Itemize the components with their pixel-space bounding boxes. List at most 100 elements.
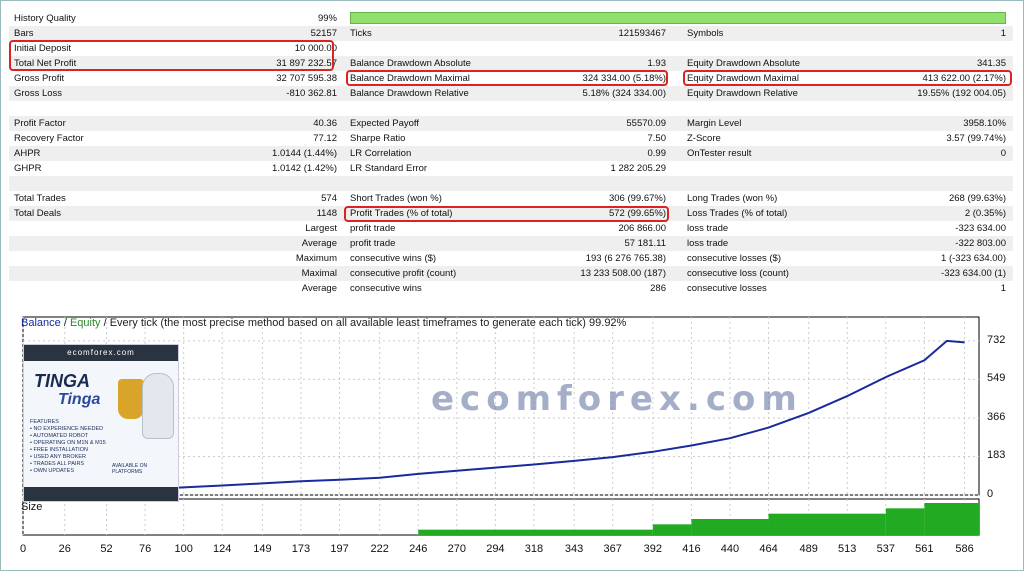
volume-bar	[885, 508, 925, 535]
x-tick-label: 561	[915, 543, 934, 555]
y-tick-label: 732	[987, 333, 1006, 346]
report-row	[9, 101, 1013, 116]
row-label: Short Trades (won %)	[350, 193, 442, 204]
row-label: Gross Loss	[14, 88, 63, 99]
row-label: Loss Trades (% of total)	[687, 208, 788, 219]
report-row: Average consecutive wins 286 consecutive lo…	[9, 281, 1013, 296]
row-label: Margin Level	[687, 118, 742, 129]
report-row: Profit Factor 40.36 Expected Payoff 55570.0…	[9, 116, 1013, 131]
x-tick-label: 537	[876, 543, 895, 555]
x-tick-label: 416	[682, 543, 701, 555]
size-label: Size	[21, 501, 43, 513]
row-value: 52157	[310, 28, 337, 39]
x-tick-label: 124	[213, 543, 232, 555]
report-row: Maximum consecutive wins ($) 193 (6 276 76…	[9, 251, 1013, 266]
x-tick-label: 149	[253, 543, 272, 555]
row-label: Total Deals	[14, 208, 61, 219]
row-value: 57 181.11	[624, 238, 666, 249]
promo-available: AVAILABLE ON PLATFORMS	[112, 463, 148, 475]
row-label: Profit Factor	[14, 118, 66, 129]
x-tick-label: 26	[58, 543, 71, 555]
promo-footer	[24, 487, 178, 501]
x-tick-label: 367	[603, 543, 622, 555]
promo-feature-item: • TRADES ALL PAIRS	[30, 461, 85, 467]
y-tick-label: 183	[987, 449, 1006, 462]
row-label: Z-Score	[687, 133, 721, 144]
row-value: 206 866.00	[618, 223, 666, 234]
row-sublabel: Average	[301, 238, 337, 249]
row-label: LR Correlation	[350, 148, 412, 159]
promo-feature-item: • NO EXPERIENCE NEEDED	[30, 426, 104, 432]
x-tick-label: 440	[720, 543, 740, 555]
history-quality-bar	[350, 12, 1006, 24]
robot-icon	[142, 373, 174, 439]
chart-title: Balance / Equity / Every tick (the most …	[21, 317, 626, 329]
row-label: consecutive losses ($)	[687, 253, 781, 264]
report-row: History Quality 99%	[9, 11, 1013, 26]
legend-sep2: /	[100, 317, 110, 329]
x-tick-label: 464	[759, 543, 778, 555]
row-label: profit trade	[350, 223, 396, 234]
row-sublabel: Maximal	[301, 268, 337, 279]
row-label: Total Trades	[14, 193, 66, 204]
x-tick-label: 270	[447, 543, 466, 555]
report-row: GHPR 1.0142 (1.42%) LR Standard Error 1 282…	[9, 161, 1013, 176]
x-tick-label: 76	[138, 543, 152, 555]
row-value: 13 233 508.00 (187)	[580, 268, 666, 279]
row-value: 341.35	[976, 58, 1006, 69]
legend-equity: Equity	[69, 317, 101, 329]
row-label: Sharpe Ratio	[350, 133, 406, 144]
report-row: Gross Loss -810 362.81 Balance Drawdown Re…	[9, 86, 1013, 101]
x-tick-label: 100	[174, 543, 193, 555]
row-value: 306 (99.67%)	[608, 193, 666, 204]
report-row: Bars 52157 Ticks 121593467 Symbols 1	[9, 26, 1013, 41]
row-label: consecutive wins ($)	[350, 253, 437, 264]
x-tick-label: 52	[100, 543, 113, 555]
x-tick-label: 489	[799, 543, 818, 555]
x-tick-label: 586	[955, 543, 974, 555]
row-value: 1	[1000, 283, 1006, 294]
row-label: Ticks	[350, 28, 372, 39]
row-value: 0.99	[647, 148, 667, 159]
y-tick-label: 366	[987, 410, 1006, 423]
row-value: 77.12	[313, 133, 337, 144]
promo-header: ecomforex.com	[24, 345, 178, 361]
row-value: 2 (0.35%)	[964, 208, 1006, 219]
row-label: Symbols	[687, 28, 724, 39]
row-label: consecutive profit (count)	[350, 268, 457, 279]
report-row: Maximal consecutive profit (count) 13 233 …	[9, 266, 1013, 281]
row-sublabel: Maximum	[295, 253, 337, 264]
row-label: AHPR	[14, 148, 41, 159]
row-value: -322 803.00	[955, 238, 1006, 249]
promo-feature-item: • FREE INSTALLATION	[30, 447, 88, 453]
row-value: 1.0142 (1.42%)	[272, 163, 337, 174]
row-value: 1	[1000, 28, 1006, 39]
row-value: 1148	[316, 208, 337, 219]
row-value: -323 634.00	[955, 223, 1006, 234]
row-label: loss trade	[687, 223, 729, 234]
row-value: 3.57 (99.74%)	[946, 133, 1006, 144]
x-tick-label: 0	[19, 543, 27, 555]
row-value: 193 (6 276 765.38)	[585, 253, 666, 264]
row-value: 7.50	[647, 133, 667, 144]
highlight-balance-drawdown	[346, 70, 668, 86]
volume-bar	[768, 513, 886, 535]
row-value: 286	[650, 283, 666, 294]
y-tick-label: 0	[987, 488, 994, 500]
row-value: 3958.10%	[963, 118, 1006, 129]
chart-model-text: Every tick (the most precise method base…	[109, 317, 627, 329]
row-label: History Quality	[14, 13, 76, 24]
row-value: 40.36	[313, 118, 337, 129]
promo-feature-item: FEATURES	[30, 419, 59, 425]
x-tick-label: 392	[643, 543, 663, 555]
volume-bar	[924, 503, 979, 535]
row-label: Recovery Factor	[14, 133, 84, 144]
x-tick-label: 222	[370, 543, 389, 555]
report-row	[9, 176, 1013, 191]
highlight-deposit-profit	[9, 40, 334, 71]
row-label: Gross Profit	[14, 73, 65, 84]
row-label: profit trade	[350, 238, 396, 249]
row-label: Balance Drawdown Absolute	[350, 58, 471, 69]
x-tick-label: 246	[409, 543, 428, 555]
row-label: OnTester result	[687, 148, 752, 159]
